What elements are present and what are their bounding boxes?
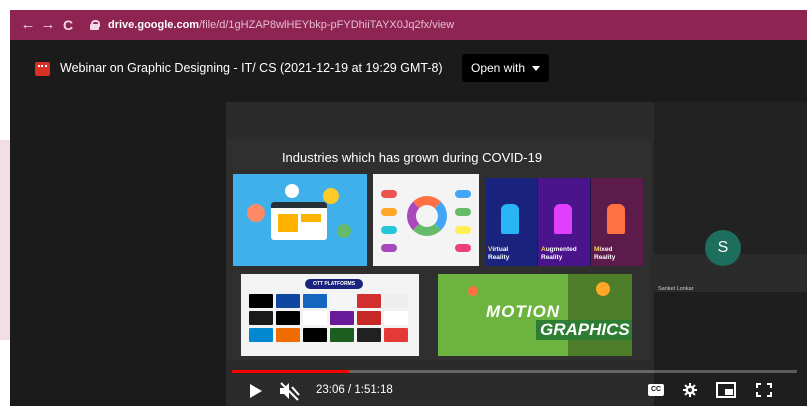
ecommerce-illustration xyxy=(233,174,367,266)
progress-fill xyxy=(232,370,349,373)
open-with-label: Open with xyxy=(470,61,526,75)
drive-viewer-header: Webinar on Graphic Designing - IT/ CS (2… xyxy=(10,40,807,98)
video-file-icon xyxy=(35,62,50,76)
reload-icon[interactable]: C xyxy=(58,10,78,40)
viewer-stage: Industries which has grown during COVID-… xyxy=(10,98,807,406)
chevron-down-icon xyxy=(532,65,541,71)
slide-title: Industries which has grown during COVID-… xyxy=(281,150,543,165)
person-icon xyxy=(554,204,572,234)
progress-bar[interactable] xyxy=(232,370,797,373)
infographic-wheel-illustration xyxy=(373,174,479,266)
player-controls: 23:06 / 1:51:18 CC xyxy=(226,378,807,406)
circle-icon xyxy=(247,204,265,222)
time-display: 23:06 / 1:51:18 xyxy=(316,384,393,396)
circle-icon xyxy=(337,224,351,238)
forward-arrow-icon[interactable]: → xyxy=(38,10,58,40)
bar-shape xyxy=(278,214,298,232)
graphics-text: GRAPHICS xyxy=(536,320,632,340)
fullscreen-icon[interactable] xyxy=(756,383,772,397)
panel-label: Mixed Reality xyxy=(594,246,616,261)
file-title: Webinar on Graphic Designing - IT/ CS (2… xyxy=(60,61,443,75)
circle-icon xyxy=(285,184,299,198)
page-edge xyxy=(0,140,10,340)
miniplayer-icon[interactable] xyxy=(716,382,736,398)
person-icon xyxy=(607,204,625,234)
pill-shape xyxy=(455,244,471,252)
play-icon[interactable] xyxy=(250,384,262,398)
address-bar[interactable]: drive.google.com/file/d/1gHZAP8wlHEYbkp-… xyxy=(108,19,454,31)
lock-icon[interactable] xyxy=(90,20,100,30)
pill-shape xyxy=(381,190,397,198)
browser-window: ← → C drive.google.com/file/d/1gHZAP8wlH… xyxy=(10,10,807,406)
ott-header: OTT PLATFORMS xyxy=(305,279,363,289)
circle-icon xyxy=(596,282,610,296)
panel-label: Virtual Reality xyxy=(488,246,510,261)
pill-shape xyxy=(455,208,471,216)
mixed-reality-panel: Mixed Reality xyxy=(591,178,643,266)
video-player[interactable]: Industries which has grown during COVID-… xyxy=(226,102,807,406)
pill-shape xyxy=(381,226,397,234)
motion-text: MOTION xyxy=(486,302,560,321)
open-with-button[interactable]: Open with xyxy=(462,54,549,82)
pill-shape xyxy=(381,208,397,216)
url-path: /file/d/1gHZAP8wlHEYbkp-pFYDhiiTAYX0Jq2f… xyxy=(199,19,455,31)
ott-platforms-graphic: OTT PLATFORMS xyxy=(241,274,419,356)
pill-shape xyxy=(455,190,471,198)
pill-shape xyxy=(455,226,471,234)
circle-icon xyxy=(468,286,478,296)
virtual-reality-panel: Virtual Reality xyxy=(485,178,537,266)
mute-icon[interactable] xyxy=(278,381,300,401)
gear-icon[interactable] xyxy=(683,383,697,397)
bar-shape xyxy=(301,214,321,222)
shared-slide: Industries which has grown during COVID-… xyxy=(227,140,651,360)
ott-logo-grid xyxy=(249,294,408,342)
wheel-icon xyxy=(407,196,447,236)
url-host: drive.google.com xyxy=(108,19,200,31)
cc-icon[interactable]: CC xyxy=(648,384,664,396)
person-icon xyxy=(501,204,519,234)
reality-panels: Virtual Reality Augmented Reality Mixed Rea… xyxy=(485,178,643,266)
panel-label: Augmented Reality xyxy=(541,246,577,261)
back-arrow-icon[interactable]: ← xyxy=(18,10,38,40)
pill-shape xyxy=(381,244,397,252)
augmented-reality-panel: Augmented Reality xyxy=(538,178,590,266)
motion-graphics-graphic: MOTION GRAPHICS xyxy=(438,274,632,356)
avatar: S xyxy=(705,230,741,266)
browser-toolbar: ← → C drive.google.com/file/d/1gHZAP8wlH… xyxy=(10,10,807,40)
